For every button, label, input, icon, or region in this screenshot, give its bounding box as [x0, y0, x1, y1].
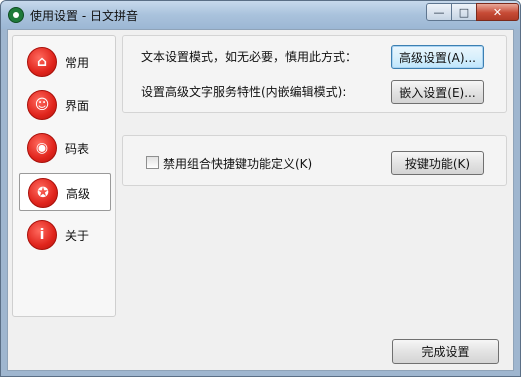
code-table-icon: ◉ [27, 133, 57, 163]
advanced-settings-button[interactable]: 高级设置(A)... [391, 45, 484, 69]
key-function-button[interactable]: 按键功能(K) [391, 151, 484, 175]
finish-settings-button[interactable]: 完成设置 [392, 339, 499, 364]
sidebar-item-interface[interactable]: ☺ 界面 [19, 86, 111, 124]
text-settings-label: 文本设置模式，如无必要，慎用此方式： [141, 50, 358, 64]
service-label: 设置高级文字服务特性(内嵌编辑模式): [141, 85, 347, 99]
sidebar-item-label: 高级 [66, 187, 91, 201]
title-bar[interactable]: 使用设置 - 日文拼音 — □ ✕ [1, 1, 520, 29]
home-icon: ⌂ [27, 47, 57, 77]
embed-settings-button[interactable]: 嵌入设置(E)... [391, 80, 484, 104]
settings-window: 使用设置 - 日文拼音 — □ ✕ ⌂ 常用 ☺ 界面 ◉ 码表 ✪ 高级 i [0, 0, 521, 377]
close-button[interactable]: ✕ [476, 3, 519, 21]
sidebar-item-label: 界面 [65, 99, 90, 113]
client-area: ⌂ 常用 ☺ 界面 ◉ 码表 ✪ 高级 i 关于 文本设置模式，如无必要，慎用此… [7, 29, 514, 371]
sidebar-item-about[interactable]: i 关于 [19, 216, 111, 254]
sidebar-item-common[interactable]: ⌂ 常用 [19, 43, 111, 81]
advanced-icon: ✪ [28, 178, 58, 208]
sidebar-item-label: 关于 [65, 229, 90, 243]
text-settings-group: 文本设置模式，如无必要，慎用此方式： 高级设置(A)... 设置高级文字服务特性… [122, 35, 507, 113]
app-icon [8, 7, 24, 23]
sidebar-item-advanced[interactable]: ✪ 高级 [19, 173, 111, 211]
sidebar-item-code-table[interactable]: ◉ 码表 [19, 129, 111, 167]
appearance-icon: ☺ [27, 90, 57, 120]
sidebar: ⌂ 常用 ☺ 界面 ◉ 码表 ✪ 高级 i 关于 [12, 35, 116, 317]
info-icon: i [27, 220, 57, 250]
minimize-button[interactable]: — [426, 3, 452, 21]
maximize-button[interactable]: □ [451, 3, 477, 21]
hotkey-group: 禁用组合快捷键功能定义(K) 按键功能(K) [122, 135, 507, 186]
disable-hotkeys-checkbox[interactable] [146, 156, 159, 169]
sidebar-item-label: 码表 [65, 142, 90, 156]
sidebar-item-label: 常用 [65, 56, 90, 70]
window-title: 使用设置 - 日文拼音 [30, 9, 138, 23]
disable-hotkeys-label[interactable]: 禁用组合快捷键功能定义(K) [163, 155, 312, 172]
